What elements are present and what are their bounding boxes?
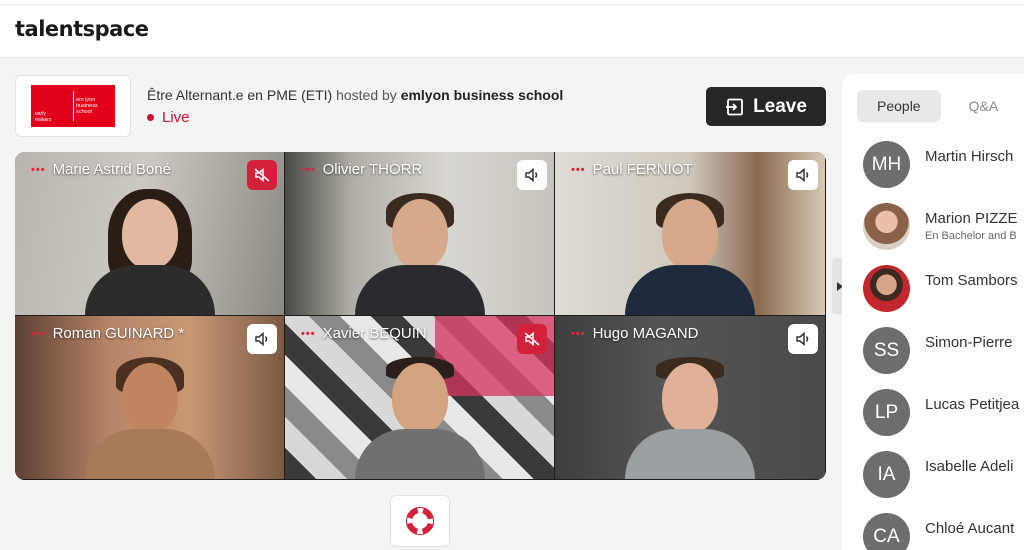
video-tile[interactable]: ••• Hugo MAGAND	[555, 316, 826, 480]
tab-people[interactable]: People	[857, 90, 941, 122]
list-item[interactable]: IA Isabelle Adeli	[863, 451, 1024, 513]
sidebar: People Q&A MH Martin Hirsch Marion PIZZE…	[842, 74, 1024, 550]
event-host: emlyon business school	[400, 87, 564, 103]
participant-name: Marie Astrid Boné	[52, 161, 171, 178]
lifebuoy-icon	[406, 507, 434, 535]
speaker-icon[interactable]	[247, 324, 277, 354]
signal-dots-icon: •••	[301, 327, 316, 340]
participant-name-tag: ••• Hugo MAGAND	[571, 325, 698, 342]
exit-icon	[726, 98, 743, 115]
avatar	[863, 203, 910, 250]
signal-dots-icon: •••	[31, 327, 46, 340]
speaker-icon[interactable]	[517, 160, 547, 190]
participant-video	[354, 357, 485, 479]
person-name: Tom Sambors	[925, 272, 1018, 289]
event-title-line: Être Alternant.e en PME (ETI) hosted by …	[147, 87, 563, 103]
participant-video	[84, 189, 215, 315]
participant-video	[354, 193, 485, 315]
participant-name-tag: ••• Paul FERNIOT	[571, 161, 693, 178]
logo-tagline: early makers	[35, 111, 52, 123]
list-item[interactable]: Marion PIZZE En Bachelor and B	[863, 203, 1024, 265]
avatar: IA	[863, 451, 910, 498]
signal-dots-icon: •••	[571, 163, 586, 176]
signal-dots-icon: •••	[571, 327, 586, 340]
person-name: Lucas Petitjea	[925, 396, 1020, 413]
live-dot-icon	[147, 114, 154, 121]
list-item[interactable]: SS Simon-Pierre	[863, 327, 1024, 389]
avatar: MH	[863, 141, 910, 188]
participant-video	[84, 357, 215, 479]
logo-name: em lyon business school	[76, 97, 98, 115]
help-button[interactable]	[390, 495, 450, 547]
video-grid: ••• Marie Astrid Boné ••• Olivier THORR …	[15, 152, 826, 480]
live-status: Live	[147, 109, 190, 126]
speaker-icon[interactable]	[788, 160, 818, 190]
organizer-logo-mark: early makers em lyon business school	[31, 85, 115, 127]
speaker-icon[interactable]	[788, 324, 818, 354]
video-tile[interactable]: ••• Xavier BEQUIN	[285, 316, 555, 480]
speaker-muted-icon[interactable]	[247, 160, 277, 190]
list-item[interactable]: Tom Sambors	[863, 265, 1024, 327]
participant-video	[625, 357, 755, 479]
organizer-logo: early makers em lyon business school	[15, 75, 131, 137]
leave-label: Leave	[753, 95, 807, 117]
participant-name-tag: ••• Marie Astrid Boné	[31, 161, 171, 178]
signal-dots-icon: •••	[31, 163, 46, 176]
list-item[interactable]: MH Martin Hirsch	[863, 141, 1024, 203]
avatar: CA	[863, 513, 910, 550]
avatar	[863, 265, 910, 312]
person-name: Marion PIZZE	[925, 210, 1018, 227]
list-item[interactable]: LP Lucas Petitjea	[863, 389, 1024, 451]
people-list: MH Martin Hirsch Marion PIZZE En Bachelo…	[863, 141, 1024, 550]
video-tile[interactable]: ••• Roman GUINARD *	[15, 316, 285, 480]
avatar: LP	[863, 389, 910, 436]
signal-dots-icon: •••	[301, 163, 316, 176]
person-name: Simon-Pierre	[925, 334, 1013, 351]
participant-video	[625, 193, 755, 315]
participant-name-tag: ••• Roman GUINARD *	[31, 325, 184, 342]
top-rule	[0, 4, 1024, 5]
participant-name: Olivier THORR	[322, 161, 423, 178]
person-subtitle: En Bachelor and B	[925, 230, 1017, 242]
sidebar-tabs: People Q&A	[857, 90, 1018, 122]
person-name: Isabelle Adeli	[925, 458, 1014, 475]
top-bar: talentspace	[0, 0, 1024, 58]
avatar: SS	[863, 327, 910, 374]
participant-name: Xavier BEQUIN	[322, 325, 427, 342]
participant-name-tag: ••• Xavier BEQUIN	[301, 325, 427, 342]
person-name: Martin Hirsch	[925, 148, 1014, 165]
video-tile[interactable]: ••• Olivier THORR	[285, 152, 555, 316]
video-tile[interactable]: ••• Marie Astrid Boné	[15, 152, 285, 316]
video-tile[interactable]: ••• Paul FERNIOT	[555, 152, 826, 316]
participant-name-tag: ••• Olivier THORR	[301, 161, 422, 178]
logo-divider	[73, 91, 74, 121]
live-label: Live	[162, 109, 190, 126]
app-logo[interactable]: talentspace	[15, 17, 149, 41]
participant-name: Paul FERNIOT	[592, 161, 693, 178]
participant-name: Roman GUINARD *	[52, 325, 185, 342]
hosted-by-label: hosted by	[336, 87, 397, 103]
list-item[interactable]: CA Chloé Aucant	[863, 513, 1024, 550]
person-name: Chloé Aucant	[925, 520, 1015, 537]
participant-name: Hugo MAGAND	[592, 325, 699, 342]
event-title: Être Alternant.e en PME (ETI)	[147, 87, 333, 103]
tab-qa[interactable]: Q&A	[949, 90, 1019, 122]
leave-button[interactable]: Leave	[706, 87, 826, 126]
speaker-muted-icon[interactable]	[517, 324, 547, 354]
